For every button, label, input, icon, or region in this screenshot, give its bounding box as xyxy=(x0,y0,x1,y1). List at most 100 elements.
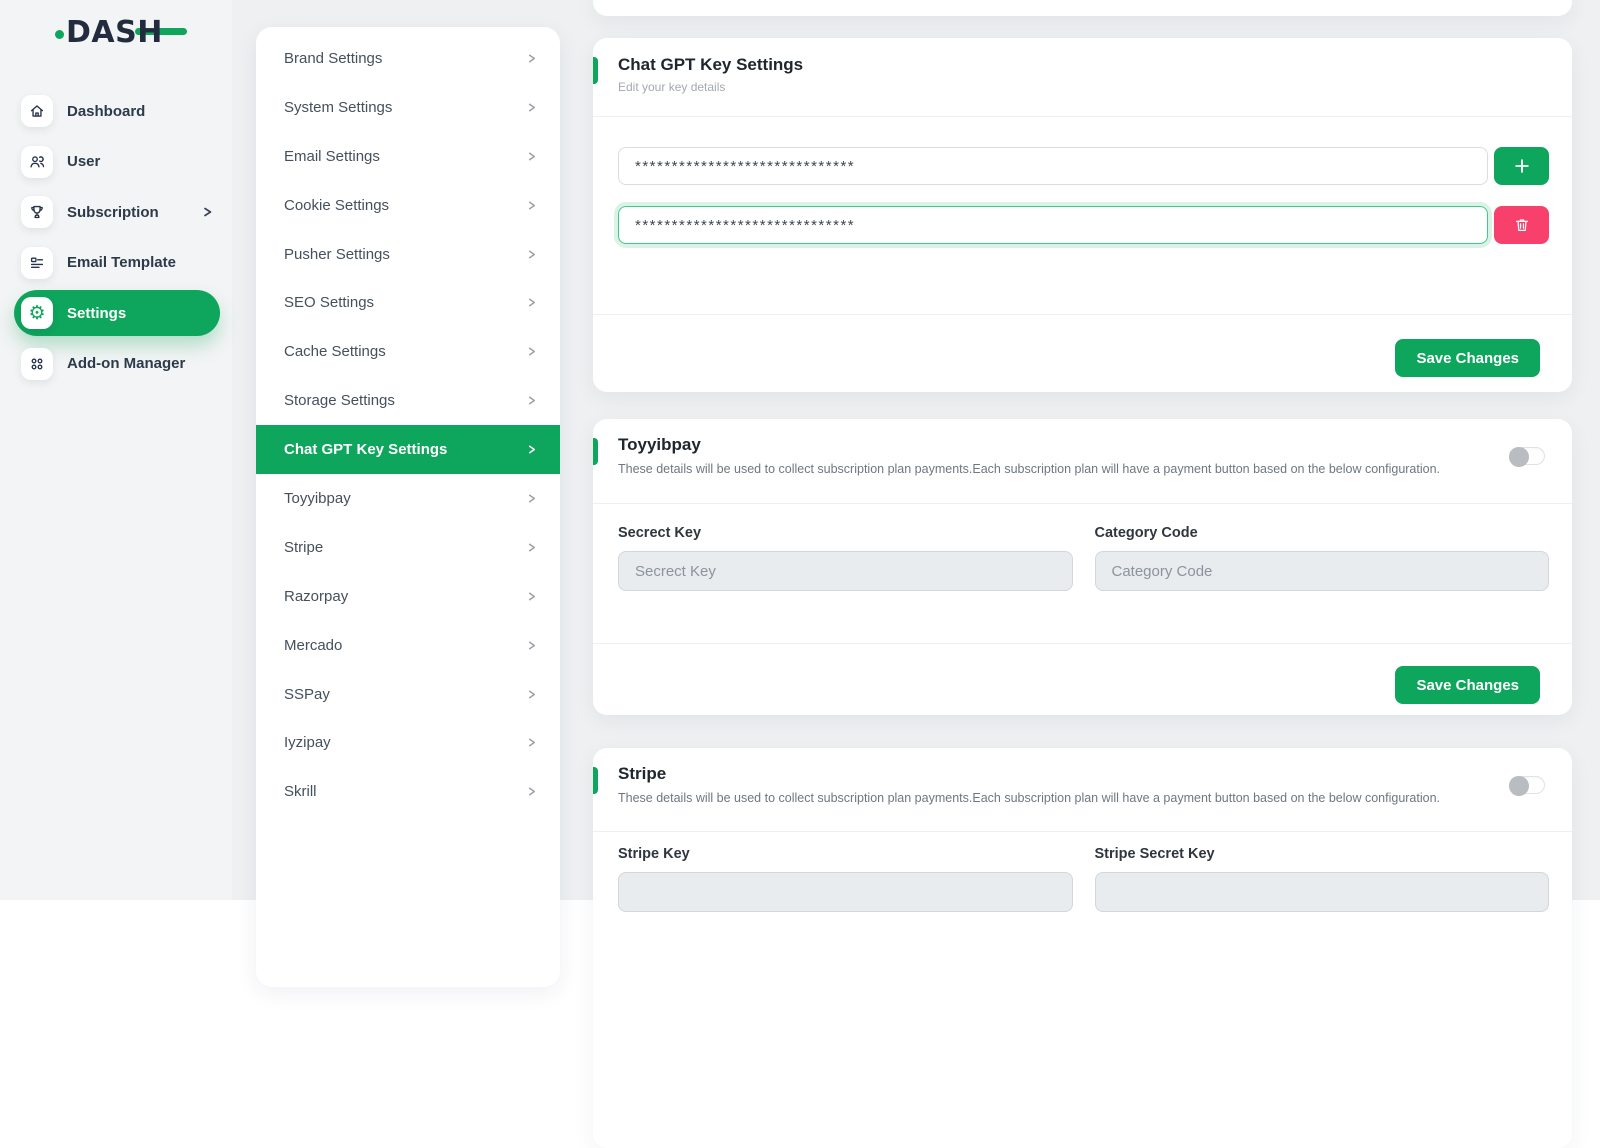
chevron-right-icon xyxy=(525,150,538,163)
card-header: Toyyibpay These details will be used to … xyxy=(593,419,1572,504)
key-row xyxy=(618,206,1549,244)
sidebar-item-settings[interactable]: ⚙ Settings xyxy=(14,290,220,336)
field-label: Secrect Key xyxy=(618,525,1073,541)
field: Category Code xyxy=(1095,525,1550,643)
card-header: Stripe These details will be used to col… xyxy=(593,748,1572,832)
sidebar-item-label: Email Template xyxy=(67,254,176,271)
field-label: Stripe Key xyxy=(618,846,1073,862)
main-content: Chat GPT Key Settings Edit your key deta… xyxy=(593,0,1572,900)
settings-nav-item-brand[interactable]: Brand Settings xyxy=(256,34,560,83)
accent-bar xyxy=(593,767,598,794)
card-subtitle: Edit your key details xyxy=(618,80,1548,94)
trophy-icon xyxy=(21,196,53,228)
settings-nav-panel: Brand Settings System Settings Email Set… xyxy=(256,27,560,987)
app-root: DASH Dashboard User xyxy=(0,0,1600,900)
settings-nav-item-cookie[interactable]: Cookie Settings xyxy=(256,181,560,230)
stripe-secret-key-input[interactable] xyxy=(1095,872,1550,912)
settings-nav-item-iyzipay[interactable]: Iyzipay xyxy=(256,718,560,767)
sidebar-item-user[interactable]: User xyxy=(0,137,232,188)
chevron-right-icon xyxy=(525,345,538,358)
settings-nav-item-toyyibpay[interactable]: Toyyibpay xyxy=(256,474,560,523)
card-body xyxy=(593,117,1572,314)
field: Stripe Secret Key xyxy=(1095,846,1550,912)
sidebar-item-label: Subscription xyxy=(67,204,159,221)
chevron-right-icon xyxy=(525,443,538,456)
save-changes-button[interactable]: Save Changes xyxy=(1395,339,1540,377)
chevron-right-icon xyxy=(525,101,538,114)
add-key-button[interactable] xyxy=(1494,147,1549,185)
card-description: These details will be used to collect su… xyxy=(618,791,1548,805)
field-label: Category Code xyxy=(1095,525,1550,541)
chatgpt-key-settings-card: Chat GPT Key Settings Edit your key deta… xyxy=(593,38,1572,392)
category-code-input[interactable] xyxy=(1095,551,1550,591)
stripe-key-input[interactable] xyxy=(618,872,1073,912)
card-title: Toyyibpay xyxy=(618,435,1548,455)
chevron-right-icon xyxy=(525,394,538,407)
chevron-right-icon xyxy=(525,492,538,505)
chevron-right-icon xyxy=(525,296,538,309)
settings-nav-item-storage[interactable]: Storage Settings xyxy=(256,376,560,425)
chevron-right-icon xyxy=(525,736,538,749)
sidebar-item-addon-manager[interactable]: Add-on Manager xyxy=(0,339,232,390)
chatgpt-key-input-2[interactable] xyxy=(618,206,1488,244)
settings-nav-item-pusher[interactable]: Pusher Settings xyxy=(256,230,560,279)
sidebar-item-email-template[interactable]: Email Template xyxy=(0,238,232,289)
trash-icon xyxy=(1513,216,1531,234)
card-title: Stripe xyxy=(618,764,1548,784)
settings-nav-item-chatgpt[interactable]: Chat GPT Key Settings xyxy=(256,425,560,474)
delete-key-button[interactable] xyxy=(1494,206,1549,244)
toyyibpay-toggle[interactable] xyxy=(1509,447,1545,465)
stripe-card: Stripe These details will be used to col… xyxy=(593,748,1572,1148)
chevron-right-icon xyxy=(525,590,538,603)
save-changes-button[interactable]: Save Changes xyxy=(1395,666,1540,704)
logo-dot-icon xyxy=(55,30,64,39)
card-body: Secrect Key Category Code xyxy=(593,504,1572,643)
toggle-knob xyxy=(1509,776,1529,796)
settings-nav-item-seo[interactable]: SEO Settings xyxy=(256,278,560,327)
settings-nav-item-mercado[interactable]: Mercado xyxy=(256,621,560,670)
sidebar-item-label: Add-on Manager xyxy=(67,355,185,372)
sidebar-item-label: Dashboard xyxy=(67,103,145,120)
logo-text: DASH xyxy=(66,14,163,52)
plus-icon xyxy=(1512,156,1532,176)
chevron-right-icon xyxy=(525,52,538,65)
settings-nav-item-cache[interactable]: Cache Settings xyxy=(256,327,560,376)
card-body: Stripe Key Stripe Secret Key xyxy=(593,832,1572,912)
gear-icon: ⚙ xyxy=(21,297,53,329)
chevron-right-icon xyxy=(525,199,538,212)
chevron-right-icon xyxy=(525,639,538,652)
chevron-right-icon xyxy=(525,688,538,701)
toggle-knob xyxy=(1509,447,1529,467)
stripe-toggle[interactable] xyxy=(1509,776,1545,794)
field: Secrect Key xyxy=(618,525,1073,643)
chatgpt-key-input-1[interactable] xyxy=(618,147,1488,185)
sidebar-item-subscription[interactable]: Subscription xyxy=(0,187,232,238)
sidebar-nav: Dashboard User xyxy=(0,86,232,389)
settings-nav-item-razorpay[interactable]: Razorpay xyxy=(256,572,560,621)
card-footer: Save Changes xyxy=(593,643,1572,704)
sidebar-item-label: Settings xyxy=(67,305,126,322)
key-row xyxy=(618,147,1549,185)
card-footer: Save Changes xyxy=(593,314,1572,377)
template-icon xyxy=(21,247,53,279)
app-logo[interactable]: DASH xyxy=(55,14,185,54)
settings-nav-item-sspay[interactable]: SSPay xyxy=(256,670,560,719)
sidebar-item-label: User xyxy=(67,153,100,170)
settings-nav-item-email[interactable]: Email Settings xyxy=(256,132,560,181)
field: Stripe Key xyxy=(618,846,1073,912)
grid-icon xyxy=(21,348,53,380)
secret-key-input[interactable] xyxy=(618,551,1073,591)
card-title: Chat GPT Key Settings xyxy=(618,55,1548,75)
users-icon xyxy=(21,146,53,178)
chevron-right-icon xyxy=(525,248,538,261)
settings-nav-item-skrill[interactable]: Skrill xyxy=(256,767,560,816)
card-header: Chat GPT Key Settings Edit your key deta… xyxy=(593,38,1572,117)
settings-nav-item-stripe[interactable]: Stripe xyxy=(256,523,560,572)
home-icon xyxy=(21,95,53,127)
sidebar-item-dashboard[interactable]: Dashboard xyxy=(0,86,232,137)
chevron-right-icon xyxy=(200,205,214,219)
sidebar: DASH Dashboard User xyxy=(0,0,232,900)
settings-nav-item-system[interactable]: System Settings xyxy=(256,83,560,132)
accent-bar xyxy=(593,438,598,465)
previous-card-partial xyxy=(593,0,1572,16)
